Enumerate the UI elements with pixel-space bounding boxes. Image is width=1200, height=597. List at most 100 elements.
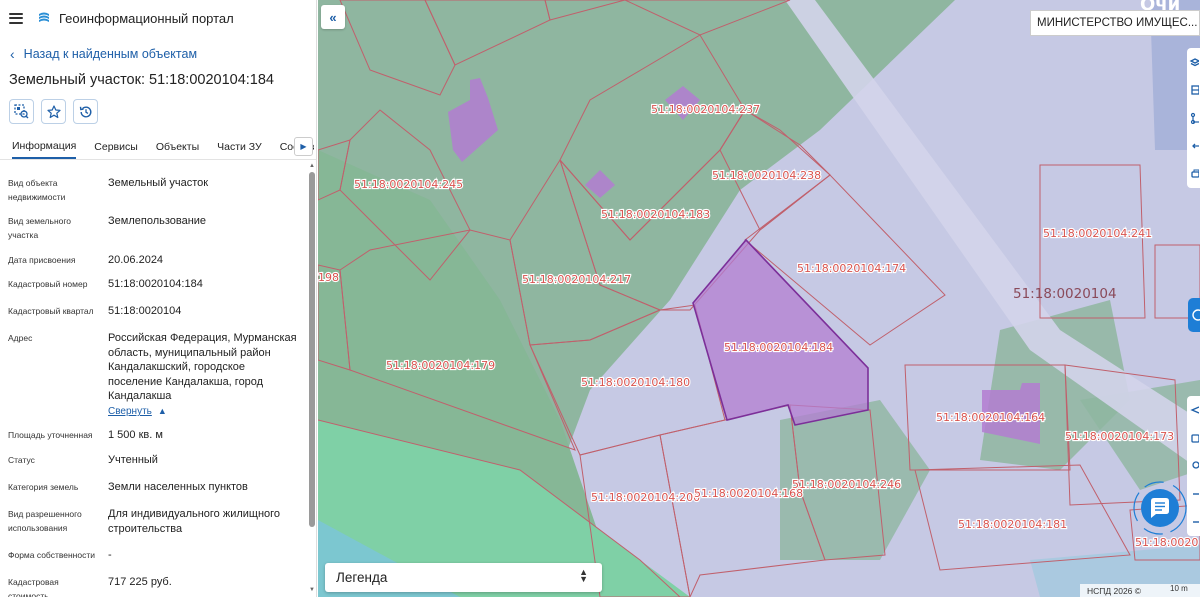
app-title: Геоинформационный портал (59, 10, 234, 26)
property-value: - (108, 549, 112, 561)
property-label: Вид разрешенного использования (8, 509, 82, 533)
properties-list: Вид объекта недвижимости Земельный участ… (0, 166, 306, 597)
map-scale: 10 m (1170, 584, 1188, 593)
collapse-panel-button[interactable]: « (321, 5, 345, 29)
expand-toggle-icon: ▲ ▼ (579, 567, 588, 584)
parcel-label[interactable]: 51:18:0020104:237 (650, 102, 761, 117)
object-title: Земельный участок: 51:18:0020104:184 (9, 72, 274, 88)
portal-logo-icon (39, 12, 49, 22)
print-icon (1191, 169, 1199, 178)
parcel-label[interactable]: 51:18:0020104:246 (791, 477, 902, 492)
property-value: 717 225 руб. (108, 576, 172, 588)
chevron-up-icon: ▲ (157, 406, 167, 416)
share-icon (1192, 143, 1199, 149)
ruler-icon (1190, 112, 1199, 124)
property-label: Площадь уточненная (8, 430, 93, 440)
triangle-right-icon: ▶ (300, 142, 307, 151)
map-toolbar-bottom (1187, 396, 1200, 536)
menu-icon[interactable] (9, 12, 23, 24)
parcel-label[interactable]: 51:18:0020104:164 (935, 410, 1046, 425)
collapse-toggle[interactable]: Свернуть ▲ (108, 404, 300, 420)
history-button[interactable] (73, 99, 98, 124)
scroll-down-icon[interactable]: ▼ (309, 587, 315, 593)
parcel-label[interactable]: 51:18:0020104:173 (1064, 429, 1175, 444)
tab-information[interactable]: Информация (12, 134, 77, 159)
legend-title: Легенда (336, 570, 388, 585)
parcel-label[interactable]: 51:18:0020104:238 (711, 168, 822, 183)
selected-parcel-label[interactable]: 51:18:0020104:184 (723, 340, 834, 355)
tabs-scroll-right-button[interactable]: ▶ (294, 137, 313, 156)
property-label: Статус (8, 455, 35, 465)
info-panel: Геоинформационный портал ‹ Назад к найде… (0, 0, 317, 597)
search-map-button[interactable] (1187, 452, 1200, 480)
plus-icon (1193, 493, 1199, 495)
object-actions (9, 99, 98, 124)
property-value: Землепользование (108, 215, 207, 227)
select-on-map-button[interactable] (9, 99, 34, 124)
quarter-label: 51:18:0020104 (1013, 286, 1117, 302)
parcel-label[interactable]: 51:18:0020104:174 (796, 261, 907, 276)
parcel-label[interactable]: 51:18:0020104:245 (353, 177, 464, 192)
chat-button[interactable] (1132, 480, 1188, 536)
basemap-button[interactable] (1187, 76, 1200, 104)
parcel-label[interactable]: 51:18:0020104:168 (693, 486, 804, 501)
layer-select[interactable]: МИНИСТЕРСТВО ИМУЩЕС... (1030, 10, 1200, 36)
map-canvas[interactable]: 51:18:0020104:237 51:18:0020104:245 51:1… (318, 0, 1200, 597)
property-label: Кадастровый квартал (8, 306, 94, 316)
selection-icon (14, 104, 29, 119)
minus-icon (1193, 521, 1199, 523)
parcel-label[interactable]: 198 (318, 270, 340, 285)
zoom-in-button[interactable] (1187, 480, 1200, 508)
property-value: Для индивидуального жилищного строительс… (108, 508, 281, 535)
legend-panel[interactable]: Легенда ▲ ▼ (325, 563, 602, 592)
side-panel-tab[interactable] (1188, 298, 1200, 332)
star-icon (46, 104, 61, 118)
map-icon (1191, 85, 1199, 95)
tab-objects[interactable]: Объекты (156, 134, 199, 159)
panel-header: Геоинформационный портал (0, 0, 316, 36)
location-arrow-icon (1190, 406, 1199, 414)
parcel-label[interactable]: 51:18:0020104:179 (385, 358, 496, 373)
layers-button[interactable] (1187, 48, 1200, 76)
tab-parts[interactable]: Части ЗУ (217, 134, 262, 159)
measure-button[interactable] (1187, 104, 1200, 132)
share-button[interactable] (1187, 132, 1200, 160)
property-label: Вид земельного участка (8, 216, 72, 240)
property-label: Категория земель (8, 482, 79, 492)
parcel-label[interactable]: 51:18:0020104:183 (600, 207, 711, 222)
edit-icon (1192, 309, 1200, 321)
search-icon (1192, 461, 1199, 469)
property-value: Земли населенных пунктов (108, 481, 248, 493)
locate-button[interactable] (1187, 396, 1200, 424)
property-label: Кадастровый номер (8, 279, 88, 289)
parcel-label[interactable]: 51:18:0020 (1134, 535, 1200, 550)
square-icon (1191, 434, 1199, 443)
property-value: 51:18:0020104:184 (108, 278, 203, 290)
property-label: Адрес (8, 333, 33, 343)
tab-bar: Информация Сервисы Объекты Части ЗУ Сост… (0, 134, 316, 160)
double-chevron-left-icon: « (329, 9, 337, 25)
back-link-label: Назад к найденным объектам (23, 47, 198, 61)
property-value: Учтенный (108, 454, 158, 466)
map-view[interactable]: 51:18:0020104:237 51:18:0020104:245 51:1… (318, 0, 1200, 597)
favorite-button[interactable] (41, 99, 66, 124)
parcel-label[interactable]: 51:18:0020104:217 (521, 272, 632, 287)
collapse-link[interactable]: Свернуть (108, 406, 152, 417)
panel-scrollbar[interactable] (309, 172, 315, 527)
property-label: Дата присвоения (8, 255, 76, 265)
back-to-results-link[interactable]: ‹ Назад к найденным объектам (10, 46, 197, 62)
property-value: Российская Федерация, Мурманская область… (108, 332, 297, 402)
zoom-out-button[interactable] (1187, 508, 1200, 536)
parcel-label[interactable]: 51:18:0020104:200 (590, 490, 701, 505)
parcel-label[interactable]: 51:18:0020104:180 (580, 375, 691, 390)
parcel-label[interactable]: 51:18:0020104:181 (957, 517, 1068, 532)
print-button[interactable] (1187, 160, 1200, 188)
parcel-label[interactable]: 51:18:0020104:241 (1042, 226, 1153, 241)
fullscreen-button[interactable] (1187, 424, 1200, 452)
property-value: 1 500 кв. м (108, 429, 163, 441)
property-label: Форма собственности (8, 550, 95, 560)
scroll-up-icon[interactable]: ▲ (309, 163, 315, 169)
chevron-left-icon: ‹ (10, 46, 15, 62)
tab-services[interactable]: Сервисы (94, 134, 138, 159)
property-label: Кадастровая стоимость (8, 577, 59, 597)
